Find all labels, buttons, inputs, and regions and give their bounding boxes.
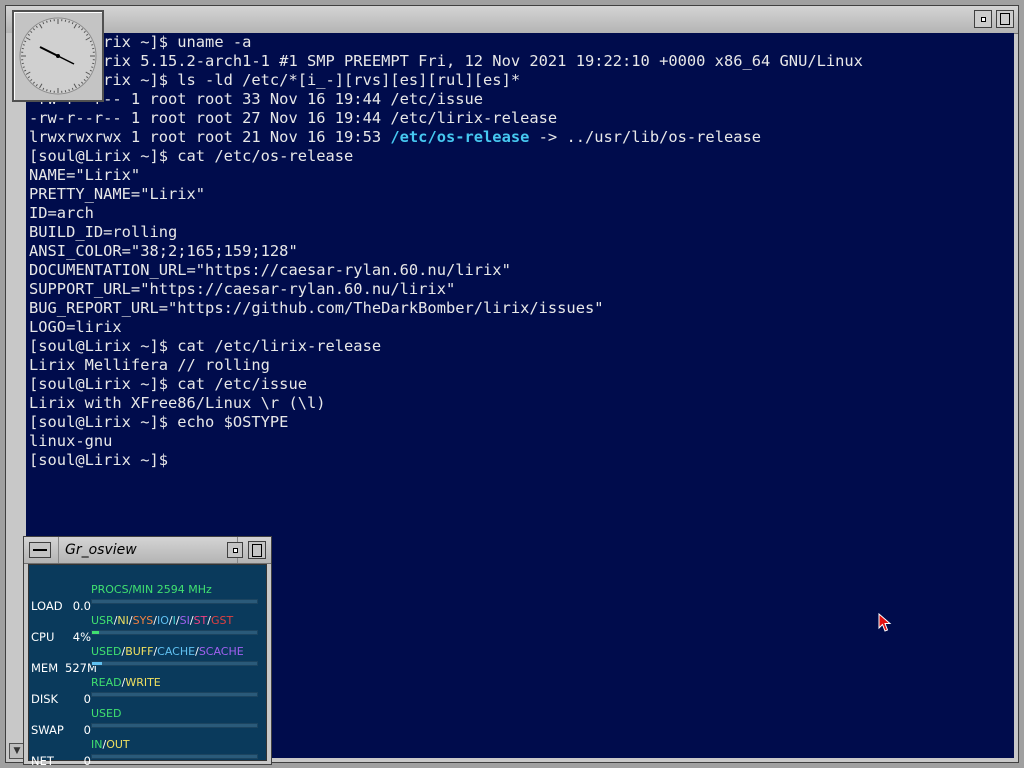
terminal-line: ANSI_COLOR="38;2;165;159;128" bbox=[29, 242, 298, 260]
metric-legend: USED bbox=[91, 707, 122, 720]
terminal-line: -rw-r--r-- 1 root root 27 Nov 16 19:44 /… bbox=[29, 109, 558, 127]
maximize-icon bbox=[252, 543, 262, 557]
terminal-titlebar[interactable] bbox=[6, 6, 1018, 34]
terminal-line: NAME="Lirix" bbox=[29, 166, 141, 184]
osview-iconify-button[interactable] bbox=[227, 542, 243, 558]
metric-value: 527M bbox=[65, 661, 97, 675]
symlink-name: /etc/os-release bbox=[390, 128, 530, 146]
osview-row-swap: SWAP 0 USED bbox=[29, 705, 266, 737]
metric-label: CPU bbox=[31, 630, 55, 644]
osview-row-disk: DISK 0 READ/WRITE bbox=[29, 674, 266, 706]
arrow-cursor-icon bbox=[878, 613, 892, 632]
metric-bar bbox=[91, 723, 258, 728]
osview-row-cpu: CPU 4% USR/NI/SYS/IO/I/SI/ST/GST bbox=[29, 612, 266, 644]
metric-bar-fill bbox=[92, 662, 102, 665]
window-menu-button[interactable] bbox=[29, 542, 51, 558]
iconify-button[interactable] bbox=[974, 10, 992, 28]
terminal-line: [soul@Lirix ~]$ cat /etc/lirix-release bbox=[29, 337, 382, 355]
osview-row-load: LOAD 0.0 PROCS/MIN 2594 MHz bbox=[29, 581, 266, 613]
terminal-line: Lirix with XFree86/Linux \r (\l) bbox=[29, 394, 326, 412]
terminal-line: Lirix Mellifera // rolling bbox=[29, 356, 270, 374]
metric-bar bbox=[91, 754, 258, 759]
terminal-line: [soul@Lirix ~]$ cat /etc/os-release bbox=[29, 147, 354, 165]
metric-value: 0 bbox=[83, 723, 91, 737]
metric-label: SWAP bbox=[31, 723, 64, 737]
terminal-line: linux-gnu bbox=[29, 432, 113, 450]
terminal-line: PRETTY_NAME="Lirix" bbox=[29, 185, 206, 203]
metric-legend: PROCS/MIN 2594 MHz bbox=[91, 583, 212, 596]
terminal-line: [soul@Lirix ~]$ bbox=[29, 451, 178, 469]
symlink-target: -> ../usr/lib/os-release bbox=[529, 128, 762, 146]
iconify-icon bbox=[232, 547, 238, 553]
metric-bar bbox=[91, 599, 258, 604]
metric-bar bbox=[91, 692, 258, 697]
clock-widget bbox=[12, 10, 104, 102]
osview-maximize-button[interactable] bbox=[248, 541, 266, 559]
metric-bar bbox=[91, 661, 258, 666]
osview-title[interactable]: Gr_osview bbox=[58, 537, 238, 563]
metric-bar bbox=[91, 630, 258, 635]
terminal-line: SUPPORT_URL="https://caesar-rylan.60.nu/… bbox=[29, 280, 456, 298]
terminal-line: [soul@Lirix ~]$ echo $OSTYPE bbox=[29, 413, 289, 431]
metric-bar-fill bbox=[92, 631, 99, 634]
terminal-line: ID=arch bbox=[29, 204, 94, 222]
terminal-line: Linux Lirix 5.15.2-arch1-1 #1 SMP PREEMP… bbox=[29, 52, 863, 70]
terminal-line: [soul@Lirix ~]$ ls -ld /etc/*[i_-][rvs][… bbox=[29, 71, 521, 89]
metric-value: 0 bbox=[83, 692, 91, 706]
osview-row-net: NET 0 IN/OUT bbox=[29, 736, 266, 768]
terminal-line: LOGO=lirix bbox=[29, 318, 122, 336]
terminal-line: lrwxrwxrwx 1 root root 21 Nov 16 19:53 /… bbox=[29, 128, 762, 146]
iconify-icon bbox=[980, 16, 986, 22]
osview-panel: LOAD 0.0 PROCS/MIN 2594 MHz CPU 4% USR/NI/SYS… bbox=[28, 564, 267, 768]
terminal-line: BUG_REPORT_URL="https://github.com/TheDa… bbox=[29, 299, 604, 317]
metric-legend: IN/OUT bbox=[91, 738, 130, 751]
maximize-button[interactable] bbox=[996, 10, 1014, 28]
metric-label: LOAD bbox=[31, 599, 63, 613]
metric-value: 0 bbox=[83, 754, 91, 768]
metric-value: 4% bbox=[72, 630, 91, 644]
terminal-line: -rw-r--r-- 1 root root 33 Nov 16 19:44 /… bbox=[29, 90, 484, 108]
terminal-line: [soul@Lirix ~]$ uname -a bbox=[29, 33, 252, 51]
metric-label: MEM bbox=[31, 661, 59, 675]
analog-clock-icon bbox=[19, 17, 97, 95]
metric-legend: USR/NI/SYS/IO/I/SI/ST/GST bbox=[91, 614, 234, 627]
metric-label: NET bbox=[31, 754, 54, 768]
maximize-icon bbox=[1000, 13, 1010, 25]
terminal-line: BUILD_ID=rolling bbox=[29, 223, 178, 241]
metric-label: DISK bbox=[31, 692, 59, 706]
osview-titlebar[interactable]: Gr_osview bbox=[24, 537, 271, 564]
metric-value: 0.0 bbox=[72, 599, 91, 613]
terminal-line: [soul@Lirix ~]$ cat /etc/issue bbox=[29, 375, 307, 393]
terminal-line: DOCUMENTATION_URL="https://caesar-rylan.… bbox=[29, 261, 511, 279]
osview-row-mem: MEM 527M USED/BUFF/CACHE/SCACHE bbox=[29, 643, 266, 675]
metric-legend: USED/BUFF/CACHE/SCACHE bbox=[91, 645, 244, 658]
osview-window[interactable]: Gr_osview LOAD 0.0 PROCS/MIN 2594 MHz CPU 4%… bbox=[23, 536, 272, 768]
metric-legend: READ/WRITE bbox=[91, 676, 161, 689]
